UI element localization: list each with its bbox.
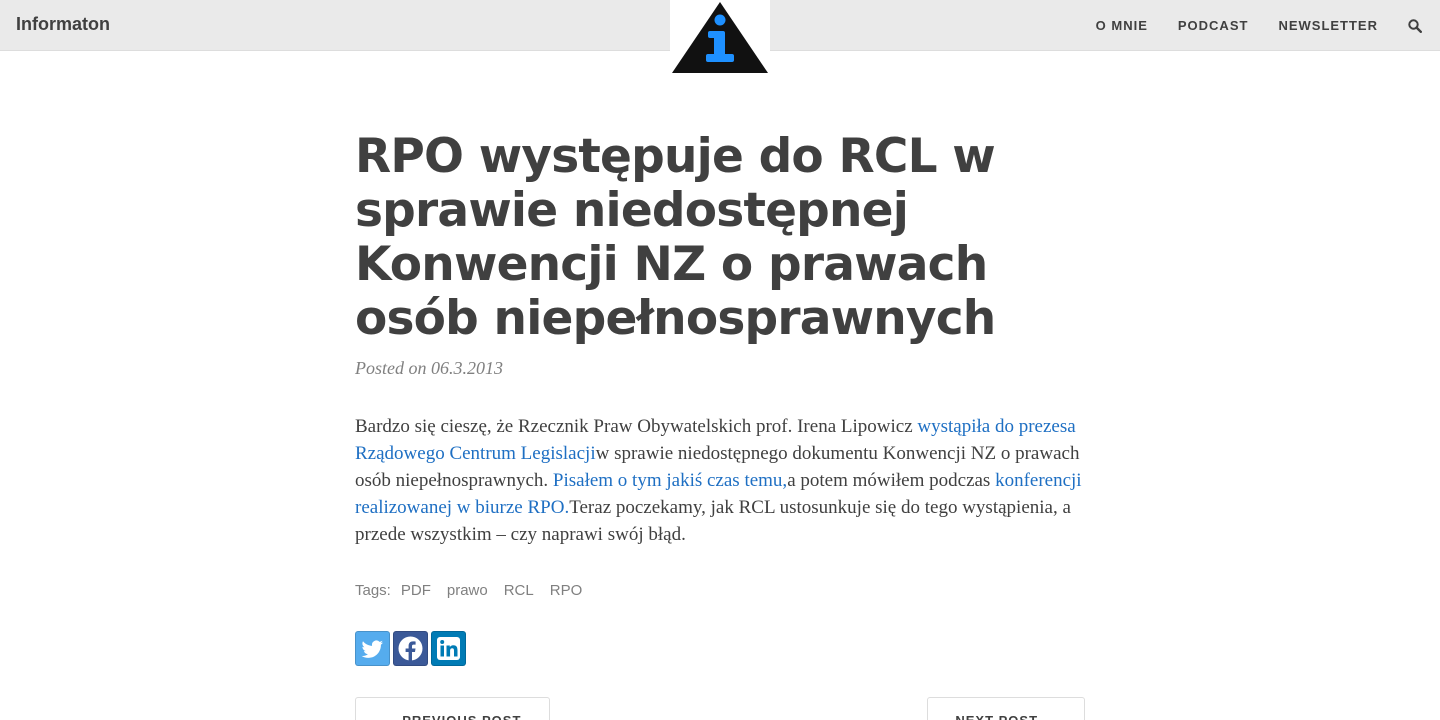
linkedin-icon [437,637,460,660]
tag-link[interactable]: RCL [504,582,534,599]
info-logo-icon [672,2,768,73]
post-date: Posted on 06.3.2013 [355,358,503,378]
share-buttons [355,631,1085,666]
post-article: RPO występuje do RCL w sprawie niedostęp… [355,130,1085,666]
nav-item-newsletter[interactable]: NEWSLETTER [1278,18,1378,33]
next-post-button[interactable]: NEXT POST → [927,697,1085,720]
previous-post-button[interactable]: ← PREVIOUS POST [355,697,550,720]
tag-link[interactable]: prawo [447,582,488,599]
facebook-icon [398,636,423,661]
twitter-icon [361,640,383,658]
post-pager: ← PREVIOUS POST NEXT POST → [355,697,1085,720]
body-text: Bardzo się cieszę, że Rzecznik Praw Obyw… [355,416,918,437]
post-tags: Tags: PDF prawo RCL RPO [355,582,1085,599]
main-nav: O MNIE PODCAST NEWSLETTER [1096,0,1440,51]
tag-link[interactable]: RPO [550,582,583,599]
search-icon[interactable] [1408,18,1423,33]
post-title: RPO występuje do RCL w sprawie niedostęp… [355,129,996,346]
share-facebook-button[interactable] [393,631,428,666]
tag-link[interactable]: PDF [401,582,431,599]
body-text: a potem mówiłem podczas [787,470,996,491]
post-body: Bardzo się cieszę, że Rzecznik Praw Obyw… [355,413,1085,548]
site-logo[interactable] [670,0,770,75]
share-linkedin-button[interactable] [431,631,466,666]
tags-label: Tags: [355,582,391,599]
site-brand-link[interactable]: Informaton [16,14,110,35]
link-earlier-post[interactable]: Pisałem o tym jakiś czas temu, [553,470,787,491]
nav-item-podcast[interactable]: PODCAST [1178,18,1249,33]
share-twitter-button[interactable] [355,631,390,666]
nav-item-o-mnie[interactable]: O MNIE [1096,18,1148,33]
